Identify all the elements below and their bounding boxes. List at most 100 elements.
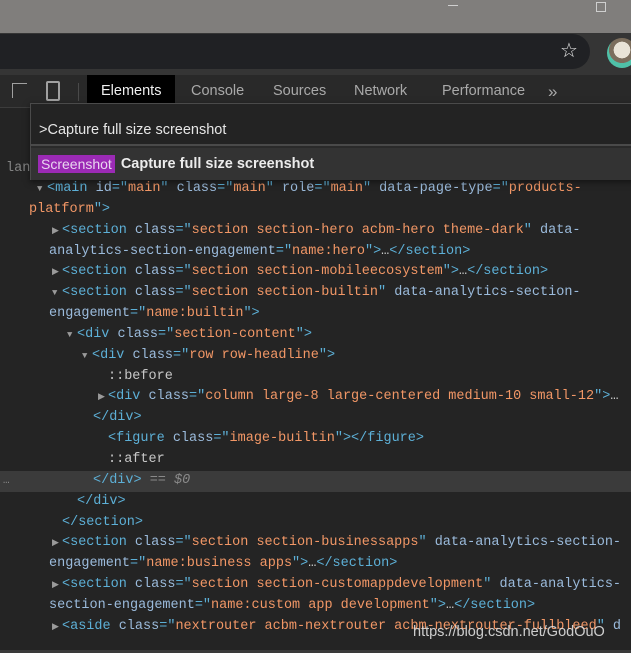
dom-node-row[interactable]: ▶ <section class="section section-hero ac… <box>0 221 631 242</box>
dom-node-text: <section class="section section-customap… <box>62 575 621 596</box>
token-tag: =" <box>130 556 147 572</box>
token-tag: =" <box>130 306 147 322</box>
token-attr: class <box>176 181 218 196</box>
dom-node-row[interactable]: ▼ <div class="row row-headline"> <box>0 346 631 367</box>
avatar[interactable] <box>607 38 631 68</box>
expand-arrow-icon[interactable]: ▶ <box>98 387 105 408</box>
dom-node-row[interactable]: analytics-section-engagement="name:hero"… <box>0 242 631 263</box>
token-attr: class <box>172 431 214 447</box>
token-tag: </section> <box>467 264 549 280</box>
dom-node-text: <div class="row row-headline"> <box>92 346 335 367</box>
dom-node-row[interactable]: ▶ <section class="section section-busines… <box>0 533 631 554</box>
collapse-arrow-icon[interactable]: ▼ <box>82 346 87 367</box>
dom-node-row[interactable]: ▼ <main id="main" class="main" role="main… <box>0 179 631 200</box>
dom-node-text: engagement="name:builtin"> <box>49 304 260 325</box>
collapse-arrow-icon[interactable]: ▼ <box>52 283 57 304</box>
token-attr: class <box>134 577 176 593</box>
token-tag: " <box>483 577 500 593</box>
token-attr: data-analytics- <box>499 577 622 593</box>
dom-node-row[interactable]: engagement="name:business apps">…</secti… <box>0 554 631 575</box>
dom-node-row[interactable]: ::before <box>0 367 631 388</box>
dom-node-row[interactable]: engagement="name:builtin"> <box>0 304 631 325</box>
restore-icon[interactable] <box>596 2 606 12</box>
dom-node-text: <section class="section section-builtin"… <box>62 283 581 304</box>
token-tag: " <box>523 222 540 238</box>
token-tag: "> <box>295 326 312 342</box>
token-tag: <section <box>62 222 135 238</box>
dom-node-row[interactable]: </div> <box>0 492 631 513</box>
token-tag: =" <box>314 181 331 196</box>
token-tag: <figure <box>108 431 173 447</box>
expand-arrow-icon[interactable]: ▶ <box>52 262 59 283</box>
token-attr: class <box>148 389 190 405</box>
token-tag: </section> <box>389 243 471 259</box>
token-tag: =" <box>275 243 293 259</box>
expand-arrow-icon[interactable]: ▶ <box>52 533 59 554</box>
expand-arrow-icon[interactable]: ▶ <box>52 575 59 596</box>
token-tag: " <box>265 181 282 196</box>
token-dollar: == $0 <box>141 472 191 488</box>
token-attr: data- <box>540 222 581 238</box>
dom-node-text: ::before <box>108 367 173 388</box>
token-tag: "> <box>243 306 260 322</box>
dom-node-row[interactable]: <figure class="image-builtin"></figure> <box>0 429 631 450</box>
collapse-arrow-icon[interactable]: ▼ <box>37 179 42 200</box>
dom-node-text: section-engagement="name:custom app deve… <box>49 596 535 617</box>
token-tag: "></figure> <box>334 431 424 447</box>
window-title-bar <box>0 0 631 33</box>
token-tag: "> <box>364 243 382 259</box>
dom-node-row[interactable]: ▶ <div class="column large-8 large-center… <box>0 387 631 408</box>
token-tag: =" <box>159 618 176 634</box>
row-menu-icon[interactable]: … <box>3 471 10 492</box>
token-tag: </section> <box>316 556 398 572</box>
minimize-icon[interactable] <box>448 5 458 6</box>
dom-node-row[interactable]: </div> <box>0 408 631 429</box>
token-tag: =" <box>175 535 192 551</box>
token-pseudo: ::before <box>108 368 173 384</box>
watermark: https://blog.csdn.net/GodOuO <box>413 624 605 640</box>
token-val: main <box>233 181 266 196</box>
token-attr: analytics-section-engagement <box>49 243 276 259</box>
dom-node-text: </div> <box>77 492 126 513</box>
expand-arrow-icon[interactable]: ▶ <box>52 617 59 638</box>
token-tag: " <box>160 181 177 196</box>
dom-node-row[interactable]: section-engagement="name:custom app deve… <box>0 596 631 617</box>
dom-node-row[interactable]: </section> <box>0 513 631 534</box>
token-tag: "> <box>429 597 446 613</box>
star-icon[interactable]: ☆ <box>560 40 578 62</box>
dom-node-row[interactable]: ▶ <section class="section section-mobilee… <box>0 262 631 283</box>
address-bar[interactable] <box>0 34 590 69</box>
token-tag: <main <box>47 181 96 196</box>
dom-node-row[interactable]: ▼ <div class="section-content"> <box>0 325 631 346</box>
device-toolbar-icon[interactable] <box>46 81 60 101</box>
token-tag: =" <box>111 181 129 196</box>
token-tag: =" <box>213 431 230 447</box>
command-input[interactable]: >Capture full size screenshot <box>31 104 631 146</box>
command-result[interactable]: Screenshot Capture full size screenshot <box>31 148 631 180</box>
token-val: name:hero <box>292 243 365 259</box>
dom-node-row[interactable]: ::after <box>0 450 631 471</box>
token-attr: class <box>132 347 174 363</box>
dom-node-text: <figure class="image-builtin"></figure> <box>108 429 424 450</box>
token-val: name:business apps <box>146 556 293 572</box>
token-val: section section-builtin <box>191 285 378 301</box>
token-tag: <section <box>62 535 135 551</box>
token-val: name:builtin <box>146 306 244 322</box>
token-tag: "> <box>594 389 611 405</box>
command-palette: >Capture full size screenshot Screenshot… <box>30 103 631 180</box>
dom-node-text: <main id="main" class="main" role="main"… <box>47 179 582 200</box>
token-tag: =" <box>189 389 206 405</box>
collapse-arrow-icon[interactable]: ▼ <box>67 325 72 346</box>
token-attr: engagement <box>49 306 131 322</box>
token-val: image-builtin <box>229 431 335 447</box>
dom-node-text: <div class="section-content"> <box>77 325 312 346</box>
inspect-element-icon[interactable] <box>12 83 27 98</box>
dom-node-row[interactable]: ▼ <section class="section section-builtin… <box>0 283 631 304</box>
dom-node-row[interactable]: … </div> == $0 <box>0 470 631 492</box>
divider <box>78 83 79 101</box>
token-attr: role <box>281 181 315 196</box>
expand-arrow-icon[interactable]: ▶ <box>52 221 59 242</box>
dom-node-text: </div> <box>93 408 142 429</box>
dom-node-row[interactable]: ▶ <section class="section section-customa… <box>0 575 631 596</box>
dom-node-row[interactable]: platform"> <box>0 200 631 221</box>
